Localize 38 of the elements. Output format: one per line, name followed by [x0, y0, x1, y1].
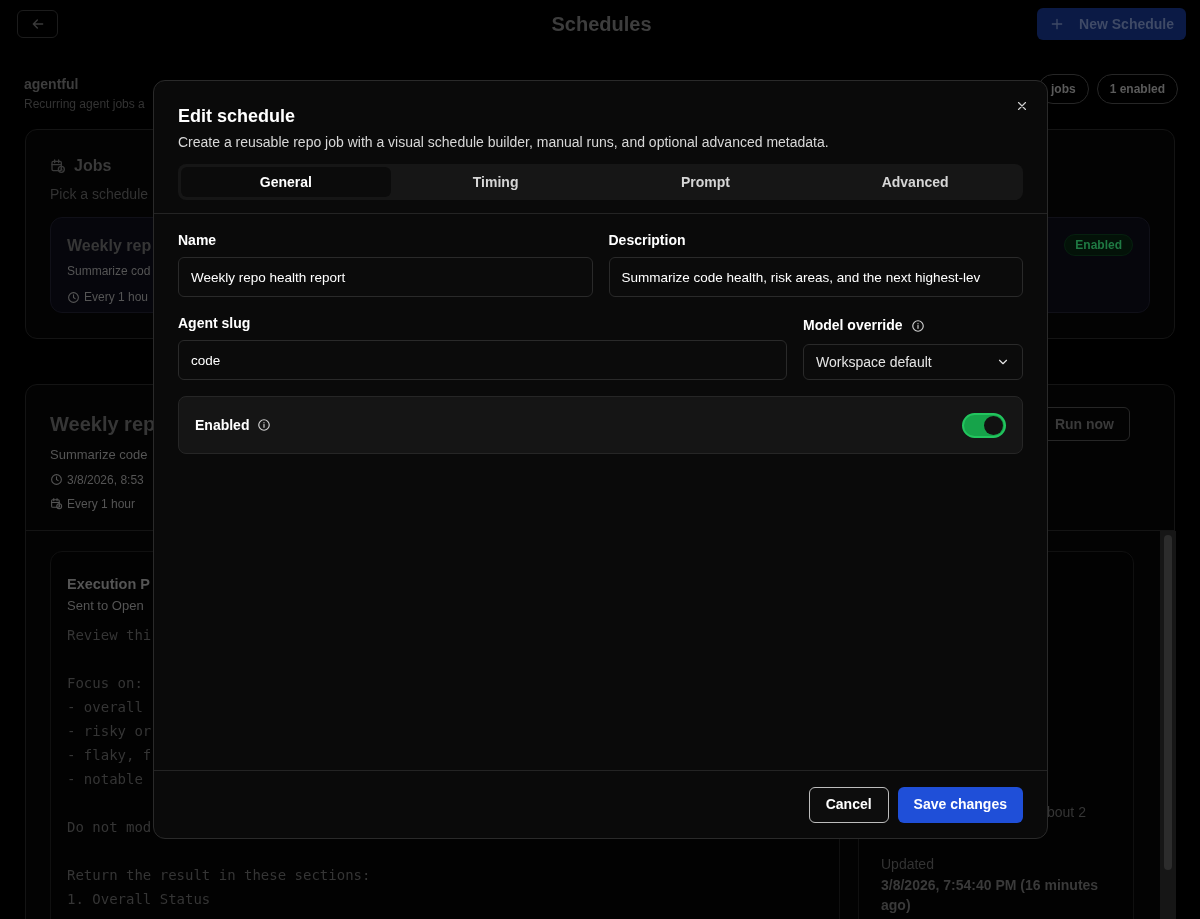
setting-label: Enabled — [195, 415, 250, 435]
next-run-time: 3/8/2026, 8:53 — [67, 471, 144, 489]
clock-icon — [67, 290, 80, 304]
agent-slug-field[interactable]: code — [178, 340, 787, 380]
dialog-title: Edit schedule — [178, 105, 297, 128]
page-title: Schedules — [551, 12, 652, 37]
name-field[interactable]: Weekly repo health report — [178, 257, 593, 297]
description-field[interactable]: Summarize code health, risk areas, and the next highest-lev — [608, 257, 1023, 297]
schedule-description: Summarize code — [50, 446, 149, 464]
cancel-button[interactable]: Cancel — [808, 786, 889, 823]
workspace-name: agentful — [24, 75, 80, 94]
status-badge: Enabled — [1064, 234, 1133, 256]
field-label: Model override — [803, 316, 903, 335]
enabled-toggle[interactable] — [962, 412, 1006, 438]
info-icon — [257, 418, 272, 432]
tab[interactable]: General — [181, 167, 391, 197]
metadata-value: 3/8/2026, 7:54:40 PM (16 minutes ago) — [881, 876, 1100, 915]
back-button[interactable] — [17, 10, 58, 38]
save-button[interactable]: Save changes — [897, 786, 1023, 823]
job-frequency: Every 1 hou — [84, 289, 149, 306]
calendar-clock-icon — [50, 497, 63, 510]
dialog-description: Create a reusable repo job with a visual schedule builder, manual runs, and optional advanced metadata. — [178, 133, 830, 152]
field-label: Name — [178, 231, 218, 250]
job-description: Summarize cod — [67, 263, 152, 280]
model-select[interactable]: Workspace default — [803, 344, 1023, 380]
close-icon — [1015, 99, 1029, 113]
tab[interactable]: Timing — [390, 167, 601, 197]
tab[interactable]: Advanced — [810, 167, 1020, 197]
tab[interactable]: Prompt — [600, 167, 811, 197]
calendar-clock-icon — [50, 158, 66, 174]
panel-subtitle: Sent to Open — [67, 596, 145, 615]
field-label: Agent slug — [178, 314, 252, 333]
field-label: Description — [608, 231, 687, 250]
clock-icon — [50, 473, 63, 486]
panel-title: Execution P — [67, 575, 151, 594]
scrollbar[interactable] — [1160, 531, 1176, 919]
schedule-frequency: Every 1 hour — [67, 495, 136, 513]
info-icon — [910, 318, 925, 333]
